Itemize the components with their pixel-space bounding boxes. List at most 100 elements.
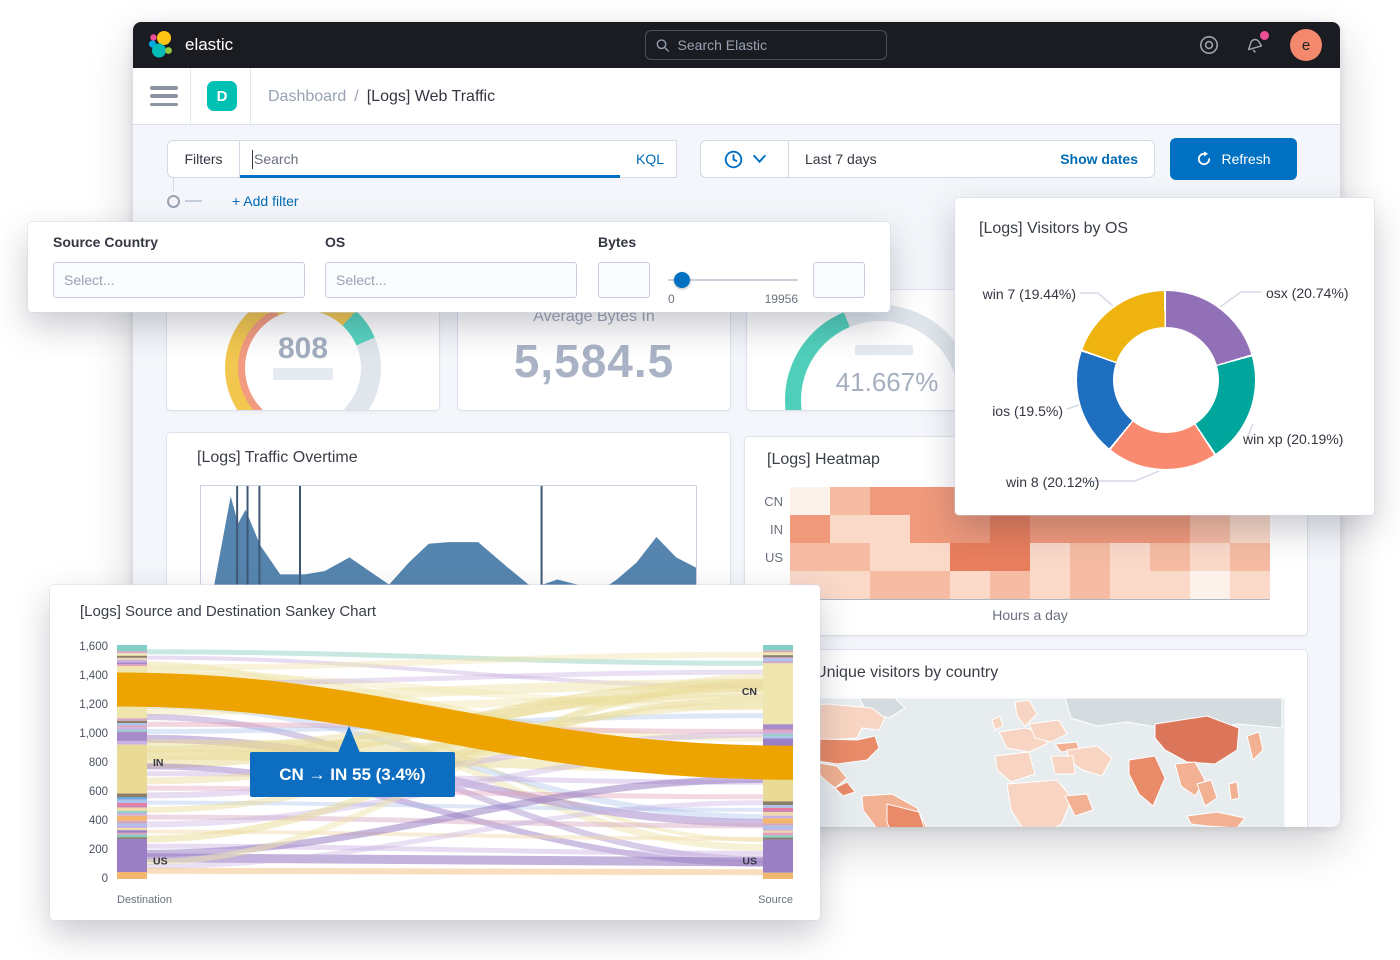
sankey-tooltip: CN → IN 55 (3.4%) (250, 752, 455, 797)
heatmap-cell[interactable] (1230, 515, 1270, 543)
time-range-value[interactable]: Last 7 days (805, 151, 1060, 167)
sankey-node-segment-right (763, 829, 793, 831)
region-egypt[interactable] (1051, 756, 1075, 774)
bytes-slider-max: 19956 (728, 292, 798, 306)
sankey-node-segment-left (117, 730, 147, 732)
heatmap-cell[interactable] (1150, 543, 1190, 571)
heatmap-cell[interactable] (830, 515, 870, 543)
heatmap-cell[interactable] (1230, 571, 1270, 599)
heatmap-cell[interactable] (910, 571, 950, 599)
donut-label-win7[interactable]: win 7 (19.44%) (955, 286, 1076, 302)
heatmap-cell[interactable] (870, 571, 910, 599)
heatmap-cell[interactable] (790, 543, 830, 571)
avatar-initial: e (1302, 37, 1310, 54)
bytes-max-input[interactable] (813, 262, 865, 298)
heatmap-cell[interactable] (1110, 571, 1150, 599)
bytes-min-input[interactable] (598, 262, 650, 298)
heatmap-cell[interactable] (1230, 543, 1270, 571)
newsfeed-bell-icon[interactable] (1244, 34, 1266, 56)
heatmap-cell[interactable] (990, 571, 1030, 599)
sankey-node-segment-left (117, 727, 147, 730)
panel-title: [Logs] Traffic Overtime (197, 449, 358, 467)
bytes-slider-min: 0 (668, 292, 675, 306)
global-search-input[interactable] (678, 37, 876, 53)
sankey-node-segment-left (117, 823, 147, 825)
refresh-button[interactable]: Refresh (1170, 138, 1297, 180)
divider (190, 68, 191, 125)
heatmap-cell[interactable] (1030, 515, 1070, 543)
heatmap-cell[interactable] (1190, 571, 1230, 599)
global-search-box[interactable] (645, 30, 887, 60)
donut-label-osx[interactable]: osx (20.74%) (1266, 285, 1348, 301)
heatmap-cell[interactable] (1030, 543, 1070, 571)
donut-label-winxp[interactable]: win xp (20.19%) (1243, 431, 1343, 447)
breadcrumb-dashboard[interactable]: Dashboard (268, 88, 346, 106)
heatmap-cell[interactable] (950, 543, 990, 571)
brand-name: elastic (185, 35, 233, 55)
sankey-ytick: 0 (102, 873, 108, 885)
show-dates-button[interactable]: Show dates (1060, 151, 1138, 167)
dashboard-app-badge[interactable]: D (207, 81, 237, 111)
kql-language-button[interactable]: KQL (636, 151, 664, 167)
heatmap-cell[interactable] (950, 515, 990, 543)
heatmap-cell[interactable] (950, 571, 990, 599)
sankey-ytick: 600 (89, 786, 108, 798)
source-country-select[interactable] (53, 262, 305, 298)
visitors-by-os-panel: [Logs] Visitors by OS win 7 (19.44%) osx… (955, 198, 1374, 515)
heatmap-cell[interactable] (830, 543, 870, 571)
cloud-deployment-icon[interactable] (1198, 34, 1220, 56)
heatmap-cell[interactable] (1070, 543, 1110, 571)
heatmap-cell[interactable] (870, 515, 910, 543)
sankey-node-segment-left (117, 835, 147, 838)
sankey-node-segment-left (117, 828, 147, 830)
heatmap-cell[interactable] (1150, 515, 1190, 543)
heatmap-cell[interactable] (790, 487, 830, 515)
heatmap-cell[interactable] (870, 543, 910, 571)
sankey-node-segment-left (117, 794, 147, 797)
heatmap-cell[interactable] (910, 515, 950, 543)
screenshot-canvas: elastic (0, 0, 1400, 960)
sankey-node-segment-left (117, 800, 147, 803)
heatmap-cell[interactable] (1190, 543, 1230, 571)
user-avatar[interactable]: e (1290, 29, 1322, 61)
os-select[interactable] (325, 262, 577, 298)
heatmap-cell[interactable] (830, 487, 870, 515)
kql-query-input[interactable]: Search KQL (240, 140, 677, 178)
heatmap-cell[interactable] (790, 515, 830, 543)
heatmap-cell[interactable] (990, 543, 1030, 571)
heatmap-cell[interactable] (870, 487, 910, 515)
sankey-node-segment-left (117, 830, 147, 833)
time-picker-quick-button[interactable] (701, 141, 789, 177)
text-caret (252, 150, 253, 169)
sankey-node-segment-right (763, 816, 793, 819)
elastic-logo-icon (147, 30, 177, 60)
heatmap-cell[interactable] (1110, 515, 1150, 543)
heatmap-cell[interactable] (910, 487, 950, 515)
heatmap-cell[interactable] (1070, 571, 1110, 599)
donut-label-ios[interactable]: ios (19.5%) (955, 403, 1063, 419)
donut-label-win8[interactable]: win 8 (20.12%) (1006, 474, 1099, 490)
heatmap-cell[interactable] (1070, 515, 1110, 543)
heatmap-cell[interactable] (1190, 515, 1230, 543)
heatmap-cell[interactable] (1030, 571, 1070, 599)
heatmap-cell[interactable] (1150, 571, 1190, 599)
bytes-slider-handle[interactable] (674, 272, 690, 288)
sankey-node-segment-left (117, 837, 147, 839)
region-central-africa[interactable] (1007, 780, 1072, 827)
menu-icon[interactable] (150, 86, 178, 106)
elastic-logo[interactable]: elastic (147, 30, 233, 60)
choropleth-map[interactable] (767, 698, 1285, 827)
sankey-node-segment-left (117, 656, 147, 658)
sankey-ytick: 1,400 (79, 670, 108, 682)
heatmap-cell[interactable] (830, 571, 870, 599)
sankey-node-segment-right (763, 655, 793, 657)
heatmap-cell[interactable] (910, 543, 950, 571)
heatmap-cell[interactable] (1110, 543, 1150, 571)
heatmap-cell[interactable] (990, 515, 1030, 543)
sankey-node-segment-right (763, 734, 793, 736)
filters-button[interactable]: Filters (167, 140, 240, 178)
gauge-sublabel-bar (273, 368, 333, 380)
region-philippines[interactable] (1229, 782, 1239, 800)
sankey-node-segment-left (117, 833, 147, 835)
add-filter-button[interactable]: + Add filter (232, 193, 299, 209)
